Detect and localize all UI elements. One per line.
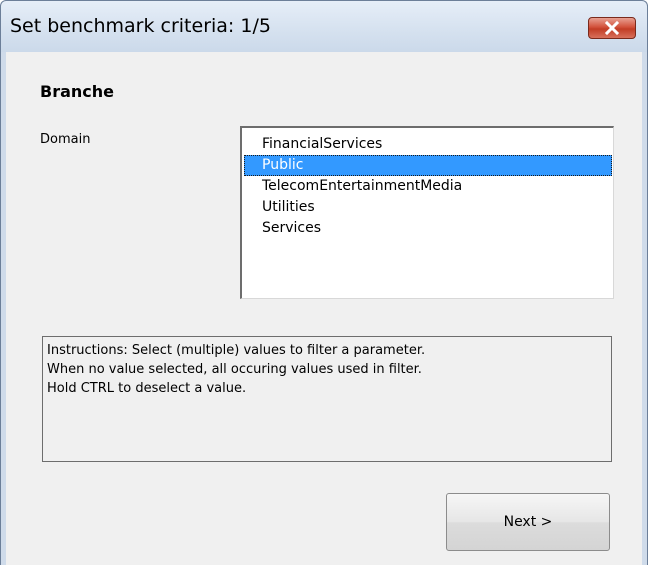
section-heading: Branche: [40, 82, 114, 101]
title-bar[interactable]: Set benchmark criteria: 1/5: [0, 0, 648, 52]
instructions-line: When no value selected, all occuring val…: [47, 362, 422, 377]
list-item-services[interactable]: Services: [244, 218, 612, 239]
list-item-public[interactable]: Public: [244, 155, 612, 176]
domain-listbox[interactable]: FinancialServices Public TelecomEntertai…: [240, 126, 614, 299]
close-icon: [604, 21, 620, 35]
list-item-telecomentertainmentmedia[interactable]: TelecomEntertainmentMedia: [244, 176, 612, 197]
list-item-utilities[interactable]: Utilities: [244, 197, 612, 218]
next-button[interactable]: Next >: [446, 493, 610, 551]
instructions-line: Instructions: Select (multiple) values t…: [47, 343, 426, 358]
instructions-box: Instructions: Select (multiple) values t…: [42, 336, 612, 462]
list-item-financialservices[interactable]: FinancialServices: [244, 134, 612, 155]
domain-label: Domain: [40, 132, 91, 147]
dialog-window: Set benchmark criteria: 1/5 Branche Doma…: [0, 0, 648, 565]
window-title: Set benchmark criteria: 1/5: [10, 15, 271, 37]
window-frame-right: [642, 52, 648, 565]
close-button[interactable]: [588, 17, 636, 39]
instructions-line: Hold CTRL to deselect a value.: [47, 381, 247, 396]
